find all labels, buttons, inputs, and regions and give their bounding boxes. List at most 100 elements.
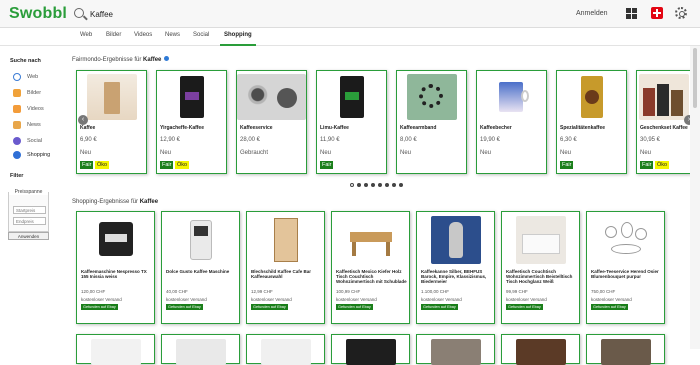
search-tabs: Web Bilder Videos News Social Shopping: [0, 28, 700, 46]
product-title: Kaffeetisch Mexico Kiefer Holz Tisch Cou…: [336, 269, 407, 284]
pager-dot[interactable]: [399, 183, 403, 187]
product-condition: Neu: [480, 150, 492, 156]
product-image: [567, 74, 617, 120]
carousel-pager: [350, 183, 403, 187]
swiss-flag-icon[interactable]: [651, 7, 663, 19]
login-link[interactable]: Anmelden: [576, 10, 608, 17]
tab-videos[interactable]: Videos: [134, 32, 152, 38]
fairmondo-title-prefix: Fairmondo-Ergebnisse für: [72, 57, 142, 63]
sidebar-item-news[interactable]: News: [13, 120, 41, 130]
results-main: Fairmondo-Ergebnisse für Kaffee Kaffee 6…: [72, 46, 700, 365]
pager-dot[interactable]: [371, 183, 375, 187]
logo-text: Swobbl: [9, 5, 68, 22]
tab-shopping[interactable]: Shopping: [220, 32, 256, 46]
product-price: 6,90 €: [80, 137, 97, 143]
search-input[interactable]: [90, 7, 390, 21]
pager-dot[interactable]: [378, 183, 382, 187]
product-title: Kaffeearmband: [400, 125, 437, 131]
product-price: 19,90 €: [480, 137, 501, 143]
shopping-card[interactable]: Kaffee-Teeservice Herend Osier Blumenbou…: [586, 211, 665, 324]
product-shipping: kostenloser Versand: [421, 297, 462, 302]
shopping-card[interactable]: [586, 334, 665, 365]
shopping-card[interactable]: [76, 334, 155, 365]
shopping-card[interactable]: Kaffeetisch Couchtisch Wohnzimmertisch B…: [501, 211, 580, 324]
product-condition: Neu: [560, 150, 572, 156]
shopping-query: Kaffee: [139, 199, 159, 205]
shopping-card[interactable]: [161, 334, 240, 365]
tab-bilder[interactable]: Bilder: [106, 32, 121, 38]
source-badge: Gefunden auf Ebay: [251, 304, 288, 310]
sidebar-item-web[interactable]: Web: [13, 72, 38, 82]
tab-web[interactable]: Web: [80, 32, 92, 38]
shopping-card[interactable]: Kaffeekanne Silber, BEHFUS Barock, Empir…: [416, 211, 495, 324]
product-price: 28,00 €: [240, 137, 261, 143]
sidebar-title: Suche nach: [10, 58, 41, 64]
sidebar-item-social[interactable]: Social: [13, 136, 42, 146]
product-image: [516, 339, 566, 365]
shopping-card[interactable]: Kaffeemaschine Nespresso TX 155 Inissia …: [76, 211, 155, 324]
search-icon[interactable]: [74, 8, 84, 18]
product-price: 12,99 CHF: [251, 289, 273, 294]
product-condition: Neu: [160, 150, 172, 156]
social-icon: [13, 137, 21, 145]
product-shipping: kostenloser Versand: [506, 297, 547, 302]
product-card[interactable]: Spezialitätenkaffee 6,30 € Neu Fair: [556, 70, 627, 174]
shopping-title-prefix: Shopping-Ergebnisse für: [72, 199, 139, 205]
carousel-prev-button[interactable]: ‹: [78, 115, 88, 125]
top-bar: Swobbl Anmelden: [0, 0, 700, 28]
shopping-card[interactable]: [246, 334, 325, 365]
apply-button[interactable]: Anwenden: [8, 232, 49, 240]
end-price-input[interactable]: [13, 217, 46, 225]
product-condition: Gebraucht: [240, 150, 269, 156]
shopping-card[interactable]: Dolce Gusto Kaffee Maschine 40,00 CHF ko…: [161, 211, 240, 324]
pager-dot[interactable]: [350, 183, 354, 187]
sidebar-item-bilder[interactable]: Bilder: [13, 88, 41, 98]
search-icon: [13, 73, 21, 81]
product-title: Kaffeebecher: [480, 125, 512, 131]
product-image: [261, 216, 311, 264]
shopping-card[interactable]: [501, 334, 580, 365]
start-price-input[interactable]: [13, 206, 46, 214]
product-card[interactable]: Kaffeearmband 8,00 € Neu: [396, 70, 467, 174]
product-card[interactable]: Kaffeeservice 28,00 € Gebraucht: [236, 70, 307, 174]
product-condition: Neu: [320, 150, 332, 156]
sidebar-item-label: Social: [27, 138, 42, 144]
product-image: [639, 74, 689, 120]
source-badge: Gefunden auf Ebay: [81, 304, 118, 310]
product-condition: Neu: [640, 150, 652, 156]
apps-grid-icon[interactable]: [626, 8, 637, 19]
gear-icon[interactable]: [675, 7, 687, 19]
scrollbar-thumb[interactable]: [693, 48, 697, 108]
shopping-card[interactable]: [416, 334, 495, 365]
tab-news[interactable]: News: [165, 32, 180, 38]
sidebar-item-label: Videos: [27, 106, 44, 112]
pager-dot[interactable]: [364, 183, 368, 187]
logo[interactable]: Swobbl: [9, 5, 67, 23]
sidebar-item-shopping[interactable]: Shopping: [13, 150, 50, 160]
video-icon: [13, 105, 21, 113]
product-card[interactable]: Yirgacheffe-Kaffee 12,90 € Neu Fair Öko: [156, 70, 227, 174]
product-title: Kaffee-Teeservice Herend Osier Blumenbou…: [591, 269, 659, 279]
info-icon[interactable]: [164, 56, 170, 61]
price-range-box: Preisspanne: [8, 189, 49, 232]
news-icon: [13, 121, 21, 129]
product-image: [516, 216, 566, 264]
sidebar-item-videos[interactable]: Videos: [13, 104, 44, 114]
product-image: [346, 216, 396, 264]
fair-badge: Fair: [320, 161, 334, 169]
pager-dot[interactable]: [392, 183, 396, 187]
tab-social[interactable]: Social: [193, 32, 209, 38]
product-title: Dolce Gusto Kaffee Maschine: [166, 269, 230, 274]
sidebar-item-label: Bilder: [27, 90, 42, 96]
fair-badge: Fair: [80, 161, 94, 169]
pager-dot[interactable]: [385, 183, 389, 187]
shopping-card[interactable]: [331, 334, 410, 365]
pager-dot[interactable]: [357, 183, 361, 187]
shopping-card[interactable]: Blechschild Kaffee Cafe Bar Kaffeeauswah…: [246, 211, 325, 324]
product-image: [431, 216, 481, 264]
product-card[interactable]: Kaffeebecher 19,90 € Neu: [476, 70, 547, 174]
shopping-card[interactable]: Kaffeetisch Mexico Kiefer Holz Tisch Cou…: [331, 211, 410, 324]
product-title: Kaffeetisch Couchtisch Wohnzimmertisch B…: [506, 269, 573, 284]
product-shipping: kostenloser Versand: [251, 297, 292, 302]
product-card[interactable]: Limu-Kaffee 11,90 € Neu Fair: [316, 70, 387, 174]
